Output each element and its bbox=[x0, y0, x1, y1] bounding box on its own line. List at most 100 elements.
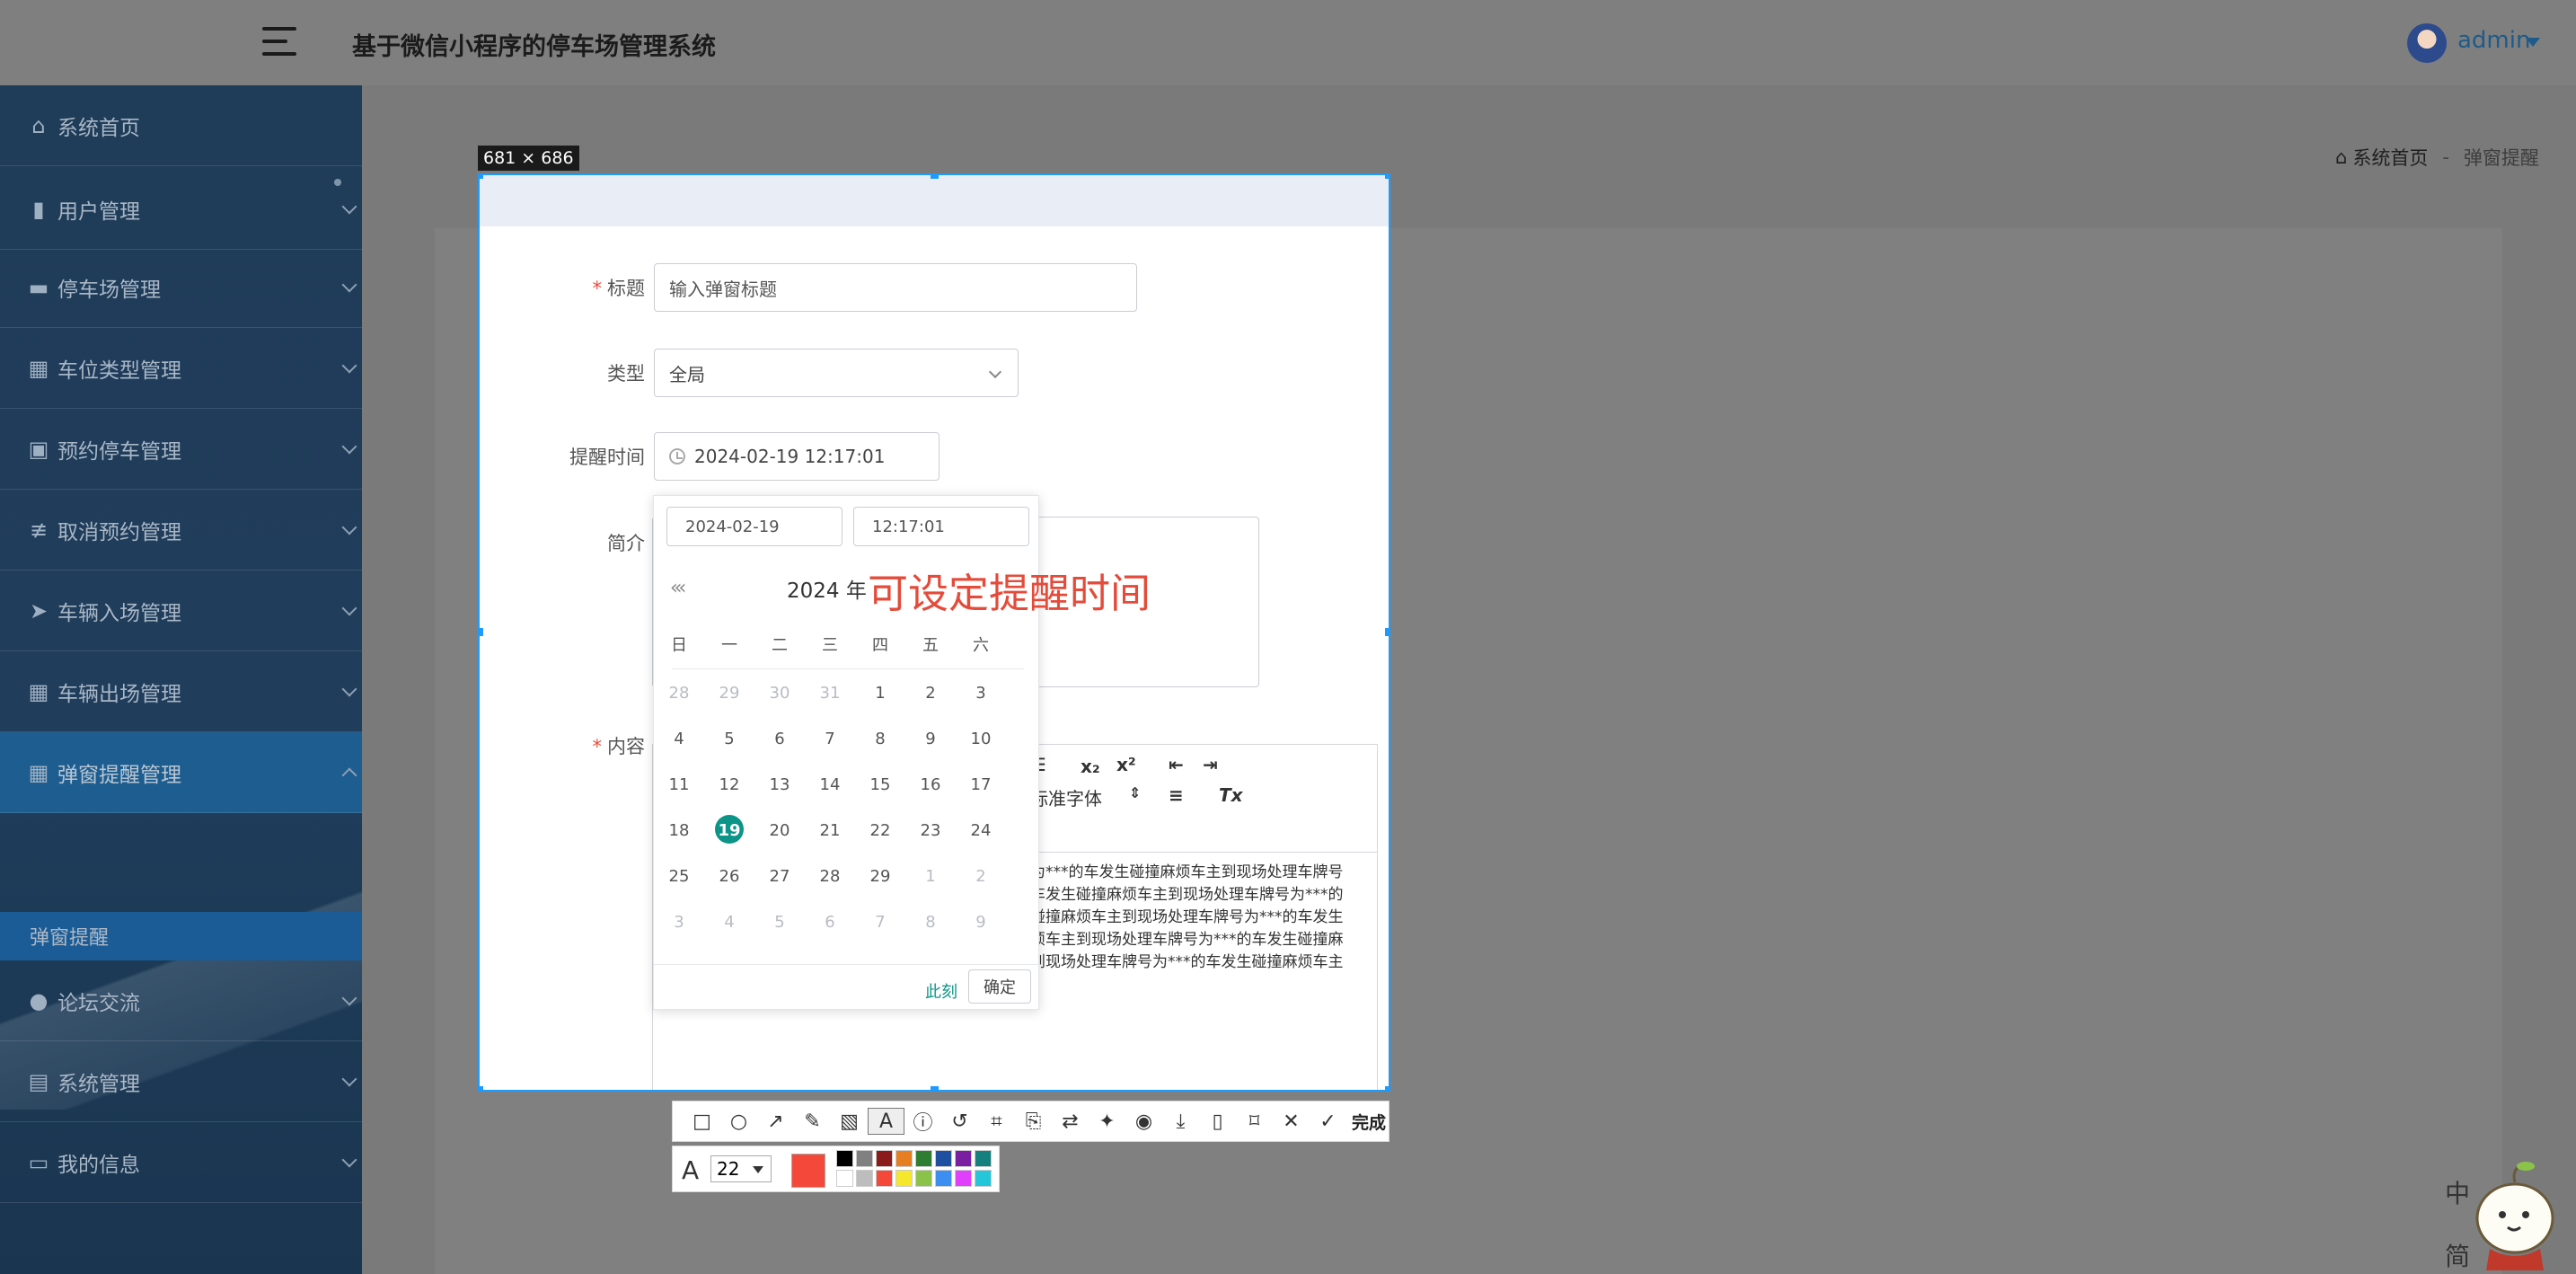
calendar-day[interactable]: 3 bbox=[963, 684, 999, 703]
color-swatch[interactable] bbox=[856, 1150, 873, 1167]
calendar-day[interactable]: 2 bbox=[913, 684, 948, 703]
calendar-day[interactable]: 6 bbox=[812, 913, 848, 932]
color-swatch[interactable] bbox=[876, 1170, 893, 1187]
clear-format-icon[interactable]: Tx bbox=[1219, 784, 1243, 806]
calendar-day[interactable]: 6 bbox=[762, 730, 798, 748]
calendar-day[interactable]: 11 bbox=[661, 775, 697, 794]
resize-handle[interactable] bbox=[480, 1086, 483, 1090]
indent-icon[interactable]: ⇥ bbox=[1203, 754, 1218, 775]
resize-handle[interactable] bbox=[1385, 628, 1389, 636]
calendar-day[interactable]: 24 bbox=[963, 821, 999, 840]
ocr-icon[interactable]: ⎘ bbox=[1015, 1108, 1052, 1135]
calendar-day[interactable]: 5 bbox=[711, 730, 747, 748]
resize-handle[interactable] bbox=[480, 628, 483, 636]
pin-icon[interactable]: ✦ bbox=[1089, 1108, 1125, 1135]
bookmark-icon[interactable]: ⌑ bbox=[1236, 1108, 1273, 1135]
sidebar-item[interactable]: ▦ 车辆出场管理 bbox=[0, 651, 362, 732]
calendar-day[interactable]: 5 bbox=[762, 913, 798, 932]
check-icon[interactable]: ✓ bbox=[1310, 1108, 1346, 1135]
resize-handle[interactable] bbox=[480, 175, 483, 179]
sidebar-item[interactable]: ▭ 我的信息 bbox=[0, 1122, 362, 1203]
color-swatch[interactable] bbox=[876, 1150, 893, 1167]
sidebar-item[interactable]: ▤ 系统管理 bbox=[0, 1041, 362, 1122]
calendar-day[interactable]: 29 bbox=[711, 684, 747, 703]
type-select[interactable]: 全局 bbox=[654, 349, 1019, 397]
calendar-day[interactable]: 13 bbox=[762, 775, 798, 794]
sidebar-item[interactable]: ▬ 停车场管理 bbox=[0, 247, 362, 328]
crop-icon[interactable]: ⌗ bbox=[978, 1108, 1015, 1135]
mosaic-icon[interactable]: ▧ bbox=[831, 1108, 868, 1135]
calendar-day[interactable]: 7 bbox=[862, 913, 898, 932]
calendar-day[interactable]: 10 bbox=[963, 730, 999, 748]
sidebar-subitem-popup[interactable]: 弹窗提醒 bbox=[0, 912, 362, 960]
calendar-day[interactable]: 14 bbox=[812, 775, 848, 794]
color-swatch[interactable] bbox=[895, 1150, 913, 1167]
color-swatch[interactable] bbox=[935, 1170, 952, 1187]
color-swatch[interactable] bbox=[955, 1170, 972, 1187]
calendar-day[interactable]: 8 bbox=[862, 730, 898, 748]
calendar-day[interactable]: 8 bbox=[913, 913, 948, 932]
color-swatch[interactable] bbox=[836, 1170, 853, 1187]
record-icon[interactable]: ◉ bbox=[1125, 1108, 1162, 1135]
color-swatch[interactable] bbox=[856, 1170, 873, 1187]
color-swatch[interactable] bbox=[975, 1170, 992, 1187]
color-swatch[interactable] bbox=[975, 1150, 992, 1167]
calendar-day-selected[interactable]: 19 bbox=[711, 815, 747, 844]
rect-icon[interactable]: □ bbox=[684, 1108, 720, 1135]
sidebar-item[interactable]: ≢ 取消预约管理 bbox=[0, 490, 362, 571]
calendar-day[interactable]: 25 bbox=[661, 867, 697, 886]
outdent-icon[interactable]: ⇤ bbox=[1169, 754, 1184, 775]
calendar-day[interactable]: 1 bbox=[913, 867, 948, 886]
calendar-day[interactable]: 12 bbox=[711, 775, 747, 794]
sidebar-item[interactable]: ➤ 车辆入场管理 bbox=[0, 571, 362, 651]
ellipse-icon[interactable]: ○ bbox=[720, 1108, 757, 1135]
close-icon[interactable]: ✕ bbox=[1273, 1108, 1310, 1135]
color-swatch[interactable] bbox=[836, 1150, 853, 1167]
calendar-day[interactable]: 15 bbox=[862, 775, 898, 794]
calendar-day[interactable]: 17 bbox=[963, 775, 999, 794]
translate-icon[interactable]: ⇄ bbox=[1052, 1108, 1089, 1135]
calendar-day[interactable]: 18 bbox=[661, 821, 697, 840]
done-button[interactable]: 完成 bbox=[1352, 1110, 1386, 1134]
calendar-day[interactable]: 27 bbox=[762, 867, 798, 886]
caret-down-icon[interactable] bbox=[2526, 38, 2540, 47]
calendar-day[interactable]: 30 bbox=[762, 684, 798, 703]
color-swatch[interactable] bbox=[915, 1150, 932, 1167]
calendar-day[interactable]: 22 bbox=[862, 821, 898, 840]
calendar-day[interactable]: 3 bbox=[661, 913, 697, 932]
undo-icon[interactable]: ↺ bbox=[941, 1108, 978, 1135]
user-name[interactable]: admin bbox=[2457, 27, 2530, 54]
calendar-day[interactable]: 4 bbox=[711, 913, 747, 932]
sidebar-item[interactable]: ▮ 用户管理 bbox=[0, 169, 362, 250]
sidebar-item[interactable]: ● 论坛交流 bbox=[0, 960, 362, 1041]
breadcrumb-home[interactable]: 系统首页 bbox=[2352, 144, 2428, 171]
number-icon[interactable]: ⓘ bbox=[904, 1108, 941, 1135]
calendar-day[interactable]: 21 bbox=[812, 821, 848, 840]
current-color-swatch[interactable] bbox=[791, 1154, 825, 1188]
subscript-icon[interactable]: x₂ bbox=[1081, 756, 1100, 777]
calendar-day[interactable]: 31 bbox=[812, 684, 848, 703]
font-select-arrows-icon[interactable]: ⇕ bbox=[1129, 784, 1141, 801]
color-swatch[interactable] bbox=[955, 1150, 972, 1167]
download-icon[interactable]: ⤓ bbox=[1162, 1108, 1199, 1135]
calendar-day[interactable]: 9 bbox=[963, 913, 999, 932]
calendar-day[interactable]: 26 bbox=[711, 867, 747, 886]
calendar-day[interactable]: 28 bbox=[812, 867, 848, 886]
phone-icon[interactable]: ▯ bbox=[1199, 1108, 1236, 1135]
superscript-icon[interactable]: x² bbox=[1116, 754, 1136, 775]
title-input[interactable]: 输入弹窗标题 bbox=[654, 263, 1137, 312]
sidebar-item[interactable]: ▦ 车位类型管理 bbox=[0, 328, 362, 409]
menu-toggle-icon[interactable] bbox=[262, 27, 296, 56]
calendar-day[interactable]: 28 bbox=[661, 684, 697, 703]
resize-handle[interactable] bbox=[931, 1086, 939, 1090]
color-swatch[interactable] bbox=[935, 1150, 952, 1167]
calendar-day[interactable]: 16 bbox=[913, 775, 948, 794]
calendar-day[interactable]: 2 bbox=[963, 867, 999, 886]
calendar-day[interactable]: 29 bbox=[862, 867, 898, 886]
calendar-day[interactable]: 9 bbox=[913, 730, 948, 748]
remind-time-input[interactable]: 2024-02-19 12:17:01 bbox=[654, 432, 940, 481]
sidebar-item[interactable]: ▦ 弹窗提醒管理 bbox=[0, 732, 362, 813]
resize-handle[interactable] bbox=[1385, 175, 1389, 179]
calendar-day[interactable]: 1 bbox=[862, 684, 898, 703]
pen-icon[interactable]: ✎ bbox=[794, 1108, 831, 1135]
